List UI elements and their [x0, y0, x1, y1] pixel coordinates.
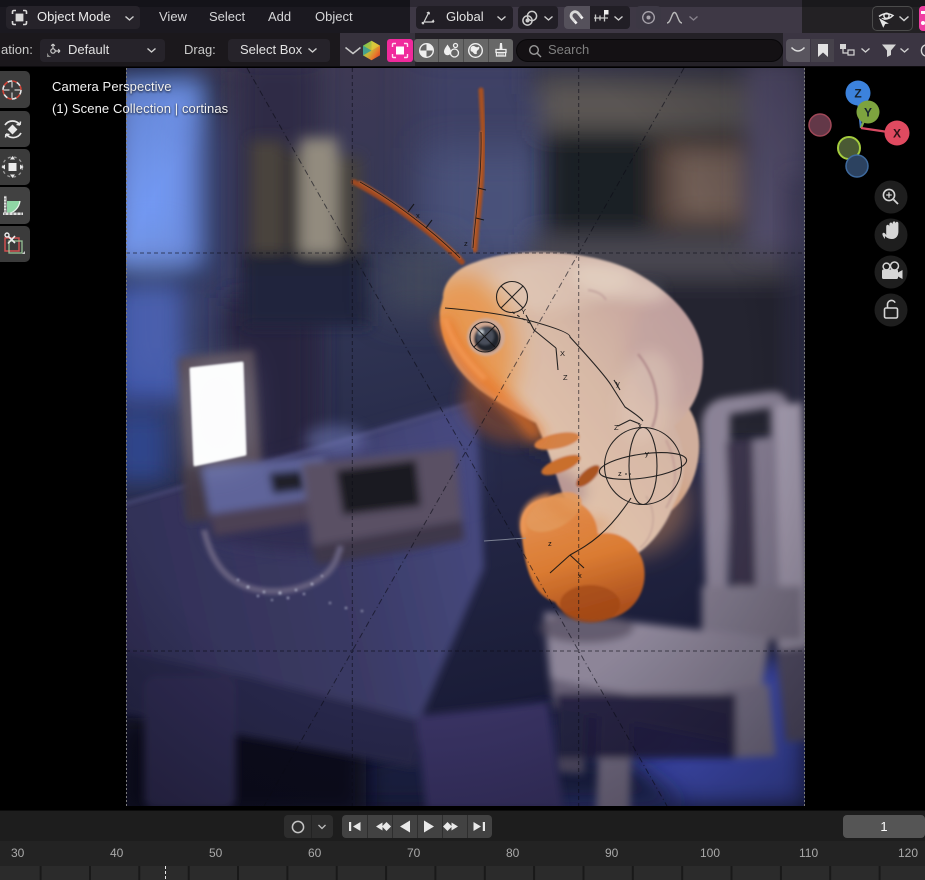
svg-text:Y: Y	[864, 106, 872, 120]
svg-text:X: X	[893, 127, 901, 141]
svg-text:Z: Z	[854, 87, 861, 101]
